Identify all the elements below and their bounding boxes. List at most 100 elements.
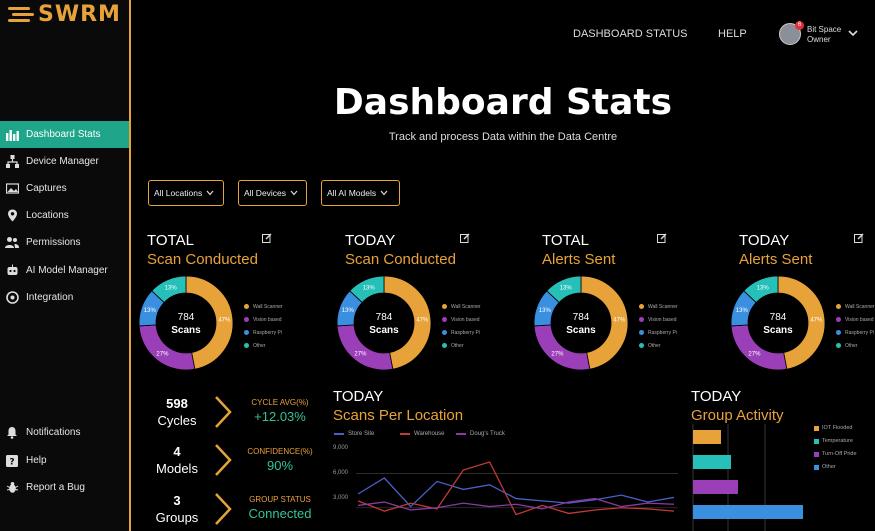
donut-center-label: Scans [566,325,596,336]
legend-item: Wall Scanner [442,300,481,313]
image-icon [5,182,19,196]
bell-icon [5,426,19,440]
y-tick-label: 9,000 [333,445,349,451]
chevron-down-icon[interactable] [848,28,858,38]
notification-badge: 6 [795,21,804,30]
legend-item: Vision based [442,313,481,326]
models-metric: 4 Models [147,443,207,477]
sidebar-item-locations[interactable]: Locations [0,202,129,229]
help-link[interactable]: HELP [718,28,747,40]
sidebar-item-ai-model-manager[interactable]: AI Model Manager [0,257,129,284]
donut-segment-label: 13% [165,286,178,292]
donut-center-value: 784 [770,312,787,323]
donut-legend: Wall Scanner Vision based Raspberry Pi Othe… [639,300,678,352]
bar-temperature[interactable] [693,455,731,469]
chevron-right-icon[interactable] [212,395,234,429]
legend-item: Vision based [836,313,875,326]
device-filter[interactable]: All Devices [238,180,307,206]
scan-donut-chart: 47% 27% 13% 13% 784 Scans [533,275,629,371]
legend-label: Temperature [822,438,853,444]
sidebar-item-device-manager[interactable]: Device Manager [0,148,129,175]
sidebar-item-notifications[interactable]: Notifications [0,419,129,446]
cycles-metric: 598 Cycles [147,395,207,429]
ai-model-filter[interactable]: All AI Models [321,180,400,206]
help-icon: ? [5,454,19,468]
legend-item: Raspberry Pi [639,326,678,339]
stat-card-header: TODAY Scan Conducted [345,231,456,269]
legend-dot [442,330,447,335]
donut-center-value: 784 [178,312,195,323]
sidebar-item-label: Integration [26,292,74,303]
sidebar: SWRM Dashboard Stats Device Manager Capt… [0,0,131,531]
chevron-right-icon[interactable] [212,443,234,477]
scan-donut-chart: 47% 27% 13% 13% 784 Scans [138,275,234,371]
series-line-store-site[interactable] [357,477,675,508]
legend-dot [442,343,447,348]
chevron-right-icon[interactable] [212,492,234,526]
sidebar-item-label: Notifications [26,427,81,438]
groups-value: 3 [173,493,181,508]
bar-other[interactable] [693,505,803,519]
legend-label: Vision based [253,316,282,323]
sidebar-item-captures[interactable]: Captures [0,175,129,202]
donut-segment-label: 47% [810,317,823,323]
legend-label: Vision based [845,316,874,323]
stat-card-title: Alerts Sent [542,251,616,268]
sidebar-item-integration[interactable]: Integration [0,284,129,311]
sidebar-item-label: Help [26,455,47,466]
brand-logo[interactable]: SWRM [6,2,126,28]
sidebar-item-label: Captures [26,183,67,194]
scans-chart-line1: TODAY [333,388,384,405]
legend-dot [244,304,249,309]
legend-warehouse: Warehouse [400,431,444,437]
stat-card-header: TOTAL Alerts Sent [542,231,615,269]
cycles-unit: Cycles [157,413,197,428]
legend-item: Raspberry Pi [442,326,481,339]
donut-segment-label: 47% [416,317,429,323]
legend-item: Vision based [244,313,283,326]
edit-icon[interactable] [657,233,667,243]
legend-item: Raspberry Pi [836,326,875,339]
series-line-warehouse[interactable] [357,461,675,516]
edit-icon[interactable] [854,233,864,243]
sidebar-item-label: Locations [26,210,69,221]
legend-dot [639,330,644,335]
stat-card-title: Alerts Sent [739,251,813,268]
legend-temperature: Temperature [814,438,853,444]
donut-segment-label: 47% [218,317,231,323]
donut-segment-label: 27% [156,351,169,357]
legend-dot [639,304,644,309]
bar-turn-off-pride[interactable] [693,480,738,494]
donut-segment-label: 27% [551,351,564,357]
edit-icon[interactable] [460,233,470,243]
user-role: Owner [807,35,831,44]
bar-iot-flooded[interactable] [693,430,721,444]
sidebar-item-label: Permissions [26,237,81,248]
group-chart-title: Group Activity [691,407,784,424]
legend-label: Other [822,464,836,470]
location-filter[interactable]: All Locations [148,180,224,206]
edit-icon[interactable] [262,233,272,243]
legend-item: Other [442,339,481,352]
sidebar-item-report-bug[interactable]: Report a Bug [0,474,129,501]
legend-dot [836,343,841,348]
legend-item: Raspberry Pi [244,326,283,339]
legend-other: Other [814,464,836,470]
sidebar-item-help[interactable]: ? Help [0,447,129,474]
sidebar-item-permissions[interactable]: Permissions [0,229,129,256]
confidence-metric: CONFIDENCE(%) 90% [240,447,320,473]
legend-dot [442,304,447,309]
chevron-down-icon [380,190,388,196]
dashboard-status-link[interactable]: DASHBOARD STATUS [573,28,688,40]
group-status-metric: GROUP STATUS Connected [240,495,320,521]
legend-dot [836,330,841,335]
scans-chart-title: Scans Per Location [333,407,464,424]
donut-center-label: Scans [763,325,793,336]
donut-segment-label: 13% [757,286,770,292]
group-chart-line1: TODAY [691,388,742,405]
donut-segment-label: 27% [748,351,761,357]
svg-text:?: ? [9,457,14,467]
user-name[interactable]: Bit Space Owner [807,25,841,45]
legend-label: Other [451,342,464,349]
stat-card-title: Scan Conducted [147,251,258,268]
